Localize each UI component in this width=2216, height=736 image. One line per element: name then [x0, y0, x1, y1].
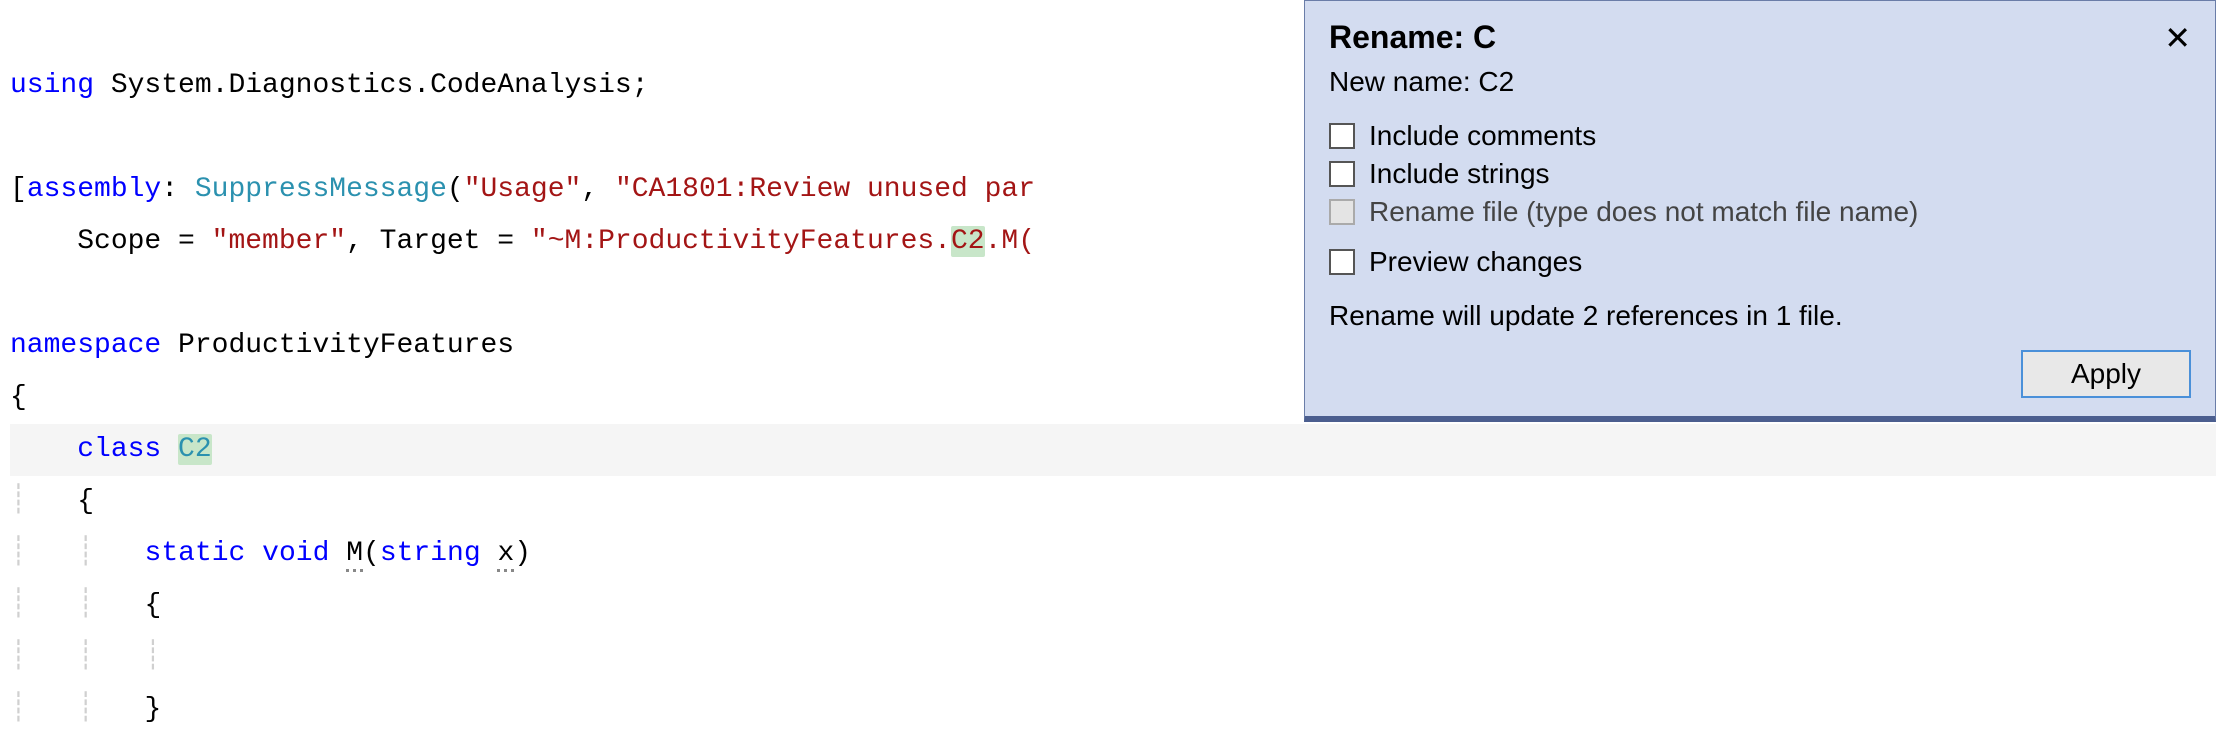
- checkbox-row-comments[interactable]: Include comments: [1329, 120, 2191, 152]
- keyword-using: using: [10, 70, 94, 101]
- rename-panel: Rename: C ✕ New name: C2 Include comment…: [1304, 0, 2216, 422]
- code-text: (: [447, 174, 464, 205]
- rename-status: Rename will update 2 references in 1 fil…: [1329, 300, 2191, 332]
- code-text: [: [10, 174, 27, 205]
- rename-header: Rename: C ✕: [1329, 19, 2191, 56]
- indent-guide: ┊ ┊: [10, 694, 145, 725]
- apply-button[interactable]: Apply: [2021, 350, 2191, 398]
- close-icon[interactable]: ✕: [2164, 22, 2191, 54]
- keyword-void: void: [262, 538, 329, 569]
- string-literal: "Usage": [464, 174, 582, 205]
- keyword-namespace: namespace: [10, 330, 161, 361]
- checkbox-row-renamefile: Rename file (type does not match file na…: [1329, 196, 2191, 228]
- code-text: [161, 434, 178, 465]
- keyword-string: string: [380, 538, 481, 569]
- checkbox-label: Include strings: [1369, 158, 1550, 190]
- code-text: System.Diagnostics.CodeAnalysis;: [94, 70, 649, 101]
- code-text: ): [514, 538, 531, 569]
- method-name: M: [346, 538, 363, 572]
- code-text: (: [363, 538, 380, 569]
- code-text: :: [161, 174, 195, 205]
- newname-value: C2: [1478, 66, 1514, 97]
- indent-guide: ┊: [10, 486, 77, 517]
- parameter-name: x: [497, 538, 514, 572]
- rename-title: Rename: C: [1329, 19, 1496, 56]
- checkbox-row-strings[interactable]: Include strings: [1329, 158, 2191, 190]
- keyword-assembly: assembly: [27, 174, 161, 205]
- code-text: Scope =: [10, 226, 212, 257]
- checkbox-label: Rename file (type does not match file na…: [1369, 196, 1918, 228]
- type-suppressmessage: SuppressMessage: [195, 174, 447, 205]
- code-text: {: [77, 486, 94, 517]
- rename-footer: Apply: [1329, 350, 2191, 398]
- string-literal: .M(: [985, 226, 1035, 257]
- indent-guide: ┊ ┊ ┊: [10, 642, 161, 673]
- checkbox-rename-file: [1329, 199, 1355, 225]
- code-text: [10, 434, 77, 465]
- code-text: [245, 538, 262, 569]
- code-text: Target =: [380, 226, 531, 257]
- rename-target-highlight: C2: [178, 434, 212, 465]
- indent-guide: ┊ ┊: [10, 538, 145, 569]
- keyword-static: static: [145, 538, 246, 569]
- checkbox-row-preview[interactable]: Preview changes: [1329, 246, 2191, 278]
- current-line: class C2: [10, 424, 2216, 476]
- string-literal: "~M:ProductivityFeatures.: [531, 226, 951, 257]
- code-text: }: [145, 694, 162, 725]
- string-literal: "CA1801:Review unused par: [615, 174, 1035, 205]
- rename-reference-highlight: C2: [951, 226, 985, 257]
- keyword-class: class: [77, 434, 161, 465]
- string-literal: "member": [212, 226, 346, 257]
- checkbox-include-strings[interactable]: [1329, 161, 1355, 187]
- checkbox-include-comments[interactable]: [1329, 123, 1355, 149]
- checkbox-label: Include comments: [1369, 120, 1596, 152]
- checkbox-preview-changes[interactable]: [1329, 249, 1355, 275]
- code-text: [329, 538, 346, 569]
- code-text: {: [145, 590, 162, 621]
- code-text: ProductivityFeatures: [161, 330, 514, 361]
- checkbox-label: Preview changes: [1369, 246, 1582, 278]
- code-text: ,: [346, 226, 380, 257]
- code-text: {: [10, 382, 27, 413]
- code-text: ,: [581, 174, 615, 205]
- newname-label: New name:: [1329, 66, 1478, 97]
- code-text: [481, 538, 498, 569]
- rename-newname-row: New name: C2: [1329, 66, 2191, 98]
- indent-guide: ┊ ┊: [10, 590, 145, 621]
